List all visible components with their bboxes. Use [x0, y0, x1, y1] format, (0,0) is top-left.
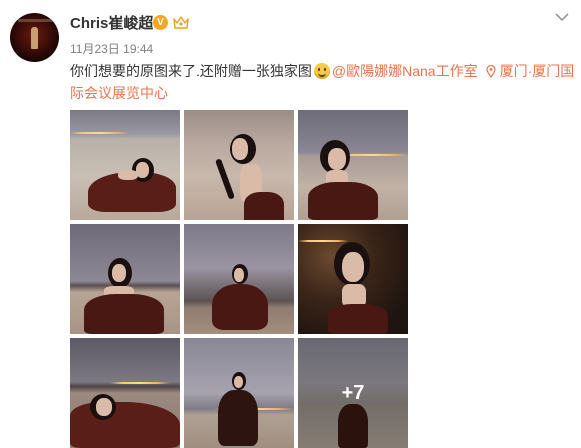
photo-thumbnail-6[interactable]: [298, 224, 408, 334]
photo-thumbnail-2[interactable]: [184, 110, 294, 220]
post-text: 你们想要的原图来了.还附赠一张独家图: [70, 63, 312, 79]
post-content: 你们想要的原图来了.还附赠一张独家图 @歐陽娜娜Nana工作室 厦门·厦门国际会议展…: [70, 60, 576, 104]
photo-thumbnail-5[interactable]: [184, 224, 294, 334]
photo-thumbnail-4[interactable]: [70, 224, 180, 334]
crown-icon: [173, 16, 189, 29]
photo-thumbnail-1[interactable]: [70, 110, 180, 220]
more-photos-overlay[interactable]: +7: [298, 338, 408, 448]
avatar-figure: [31, 27, 38, 49]
chevron-down-icon[interactable]: [555, 12, 569, 22]
mention-link[interactable]: @歐陽娜娜Nana工作室: [332, 63, 478, 79]
username[interactable]: Chris崔峻超: [70, 12, 153, 33]
photo-grid: +7: [70, 110, 410, 448]
location-pin-icon: [485, 65, 496, 78]
verified-badge-icon: V: [153, 15, 168, 30]
photo-thumbnail-9[interactable]: +7: [298, 338, 408, 448]
avatar-decoration: [18, 19, 52, 22]
post-timestamp[interactable]: 11月23日 19:44: [70, 40, 153, 57]
photo-thumbnail-3[interactable]: [298, 110, 408, 220]
photo-thumbnail-7[interactable]: [70, 338, 180, 448]
avatar[interactable]: [10, 13, 59, 62]
photo-thumbnail-8[interactable]: [184, 338, 294, 448]
more-photos-count: +7: [341, 381, 365, 404]
smile-emoji-icon: [313, 63, 330, 79]
